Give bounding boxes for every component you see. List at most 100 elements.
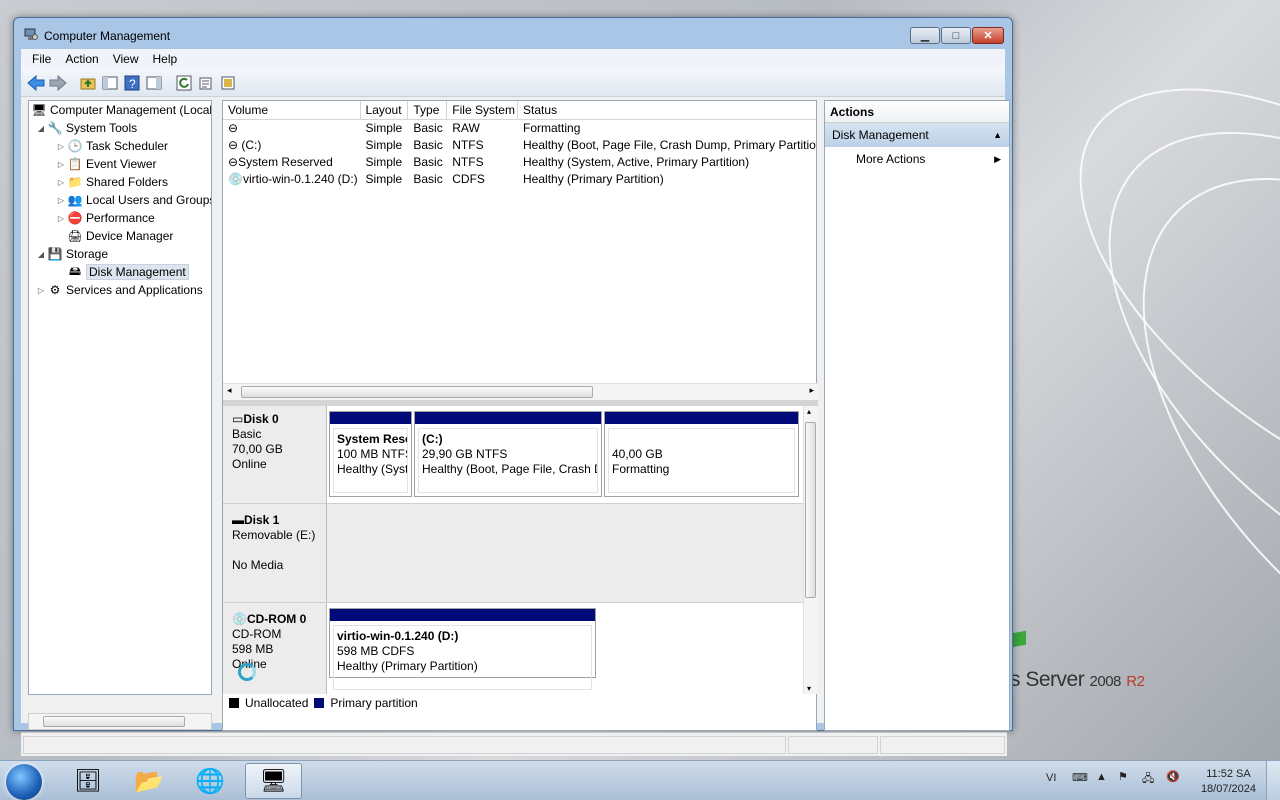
tree-shared-folders[interactable]: ▷ 📁 Shared Folders	[55, 173, 168, 191]
taskbar-browser[interactable]: 🌐	[184, 763, 236, 799]
tree-services-applications[interactable]: ▷ ⚙ Services and Applications	[35, 281, 203, 299]
title-bar[interactable]: Computer Management ▁ □ ✕	[14, 18, 1012, 50]
collapsed-arrow-icon[interactable]: ▷	[55, 196, 67, 205]
shared-folder-icon: 📁	[67, 175, 83, 189]
disk-0-row[interactable]: ▭Disk 0 Basic 70,00 GB Online System Res…	[223, 406, 803, 504]
maximize-icon: □	[952, 29, 960, 42]
collapsed-arrow-icon[interactable]: ▷	[35, 286, 47, 295]
cd-drive-icon: 💿	[232, 612, 247, 626]
scroll-left-icon[interactable]: ◂	[227, 385, 232, 396]
collapsed-arrow-icon[interactable]: ▷	[55, 160, 67, 169]
actions-section-disk-management[interactable]: Disk Management ▲	[825, 123, 1009, 147]
back-button[interactable]	[26, 73, 46, 93]
column-file-system[interactable]: File System	[447, 101, 519, 119]
tree-task-scheduler[interactable]: ▷ 🕒 Task Scheduler	[55, 137, 168, 155]
menu-file[interactable]: File	[25, 52, 58, 66]
partition-info: (C:) 29,90 GB NTFS Healthy (Boot, Page Fil…	[418, 428, 598, 493]
tree-device-manager[interactable]: 🖨 Device Manager	[67, 227, 173, 245]
table-row[interactable]: 💿virtio-win-0.1.240 (D:) Simple Basic CD…	[223, 171, 816, 188]
column-status[interactable]: Status	[518, 101, 816, 119]
show-desktop-button[interactable]	[1266, 761, 1280, 800]
layout-cell: Simple	[365, 172, 403, 186]
action-center-flag-icon[interactable]: ⚑	[1118, 770, 1128, 783]
collapsed-arrow-icon[interactable]: ▷	[55, 178, 67, 187]
toolbar-separator	[166, 73, 172, 93]
help-button[interactable]: ?	[122, 73, 142, 93]
scroll-right-icon[interactable]: ▸	[809, 385, 814, 396]
network-icon[interactable]: 🖧	[1142, 770, 1154, 789]
wallpaper-swoosh	[1008, 5, 1280, 595]
partition-formatting[interactable]: 40,00 GB Formatting	[604, 411, 799, 497]
disk-view-vertical-scrollbar[interactable]: ▴ ▾	[803, 406, 817, 694]
language-indicator[interactable]: VI	[1046, 772, 1056, 784]
table-row[interactable]: ⊖ (C:) Simple Basic NTFS Healthy (Boot, …	[223, 137, 816, 154]
disk-0-label[interactable]: ▭Disk 0 Basic 70,00 GB Online	[223, 406, 327, 503]
console-tree: 🖥 Computer Management (Local ◢ 🔧 System Too…	[28, 100, 212, 695]
partition-color-bar	[415, 412, 601, 424]
collapsed-arrow-icon[interactable]: ▷	[55, 142, 67, 151]
column-layout[interactable]: Layout	[361, 101, 409, 119]
status-section	[880, 736, 1005, 754]
drive-icon: ⊖	[228, 121, 239, 135]
scroll-thumb[interactable]	[43, 716, 185, 727]
tree-disk-management[interactable]: 🖴 Disk Management	[67, 263, 189, 281]
minimize-button[interactable]: ▁	[910, 27, 940, 44]
taskbar-server-manager[interactable]: 🗄	[62, 763, 114, 799]
taskbar-explorer[interactable]: 📂	[123, 763, 175, 799]
tree-storage[interactable]: ◢ 💾 Storage	[35, 245, 108, 263]
tree-system-tools[interactable]: ◢ 🔧 System Tools	[35, 119, 137, 137]
partition-system-reserved[interactable]: System Rese 100 MB NTFS Healthy (Syst	[329, 411, 412, 497]
start-button[interactable]	[6, 764, 42, 800]
close-button[interactable]: ✕	[972, 27, 1004, 44]
properties-button[interactable]	[196, 73, 216, 93]
refresh-button[interactable]	[174, 73, 194, 93]
menu-action[interactable]: Action	[58, 52, 105, 66]
cdrom-0-row[interactable]: 💿CD-ROM 0 CD-ROM 598 MB Online virtio-wi…	[223, 603, 803, 694]
show-hide-console-tree-button[interactable]	[100, 73, 120, 93]
svg-text:?: ?	[129, 77, 136, 91]
partition-info: System Rese 100 MB NTFS Healthy (Syst	[333, 428, 408, 493]
collapsed-arrow-icon[interactable]: ▷	[55, 214, 67, 223]
disk-1-label[interactable]: ▬Disk 1 Removable (E:) No Media	[223, 504, 327, 602]
table-row[interactable]: ⊖ Simple Basic RAW Formatting	[223, 120, 816, 137]
column-type[interactable]: Type	[408, 101, 448, 119]
scroll-thumb[interactable]	[241, 386, 593, 398]
partition-virtio-win[interactable]: virtio-win-0.1.240 (D:) 598 MB CDFS Health…	[329, 608, 596, 690]
more-actions-item[interactable]: More Actions ▶	[825, 147, 1009, 171]
volume-list-horizontal-scrollbar[interactable]: ◂ ▸	[223, 383, 818, 400]
scroll-down-icon[interactable]: ▾	[807, 684, 811, 693]
show-hidden-icons[interactable]: ▲	[1096, 771, 1107, 783]
menu-view[interactable]: View	[106, 52, 146, 66]
table-row[interactable]: ⊖System Reserved Simple Basic NTFS Healt…	[223, 154, 816, 171]
cdrom-0-label[interactable]: 💿CD-ROM 0 CD-ROM 598 MB Online	[223, 603, 327, 694]
server-manager-icon: 🗄	[74, 768, 102, 793]
expanded-arrow-icon[interactable]: ◢	[35, 250, 47, 259]
column-volume[interactable]: Volume	[223, 101, 361, 119]
volume-cell: ⊖System Reserved	[228, 155, 333, 169]
keyboard-icon[interactable]: ⌨	[1072, 771, 1088, 784]
forward-button[interactable]	[48, 73, 68, 93]
tree-computer-management[interactable]: 🖥 Computer Management (Local	[31, 101, 211, 119]
show-hide-action-pane-button[interactable]	[144, 73, 164, 93]
tree-event-viewer[interactable]: ▷ 📋 Event Viewer	[55, 155, 157, 173]
export-list-button[interactable]	[218, 73, 238, 93]
tree-local-users-groups[interactable]: ▷ 👥 Local Users and Groups	[55, 191, 211, 209]
tree-horizontal-scrollbar[interactable]	[28, 713, 212, 730]
type-cell: Basic	[413, 138, 443, 152]
up-one-level-button[interactable]	[78, 73, 98, 93]
scroll-up-icon[interactable]: ▴	[807, 407, 811, 416]
menu-help[interactable]: Help	[146, 52, 185, 66]
scroll-thumb[interactable]	[805, 422, 816, 598]
collapse-arrow-icon[interactable]: ▲	[993, 123, 1002, 147]
clock[interactable]: 11:52 SA 18/07/2024	[1201, 767, 1256, 797]
maximize-button[interactable]: □	[941, 27, 971, 44]
drive-icon: ⊖	[228, 155, 239, 169]
expanded-arrow-icon[interactable]: ◢	[35, 124, 47, 133]
partition-c-drive[interactable]: (C:) 29,90 GB NTFS Healthy (Boot, Page Fil…	[414, 411, 602, 497]
volume-muted-icon[interactable]: 🔇	[1166, 770, 1180, 783]
disk-1-row[interactable]: ▬Disk 1 Removable (E:) No Media	[223, 504, 803, 603]
taskbar-computer-management[interactable]: 🖥	[245, 763, 302, 799]
tree-performance[interactable]: ▷ ⛔ Performance	[55, 209, 155, 227]
windows-server-branding: s Server 2008 R2	[1010, 668, 1145, 691]
status-section	[788, 736, 878, 754]
